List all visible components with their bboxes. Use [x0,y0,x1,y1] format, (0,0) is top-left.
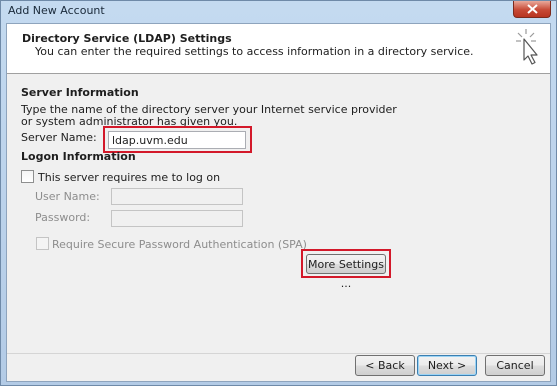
spa-checkbox[interactable] [36,237,49,250]
password-field[interactable] [111,210,243,227]
wizard-header: Directory Service (LDAP) Settings You ca… [7,24,550,74]
logon-info-heading: Logon Information [21,150,136,163]
username-field[interactable] [111,188,243,205]
wizard-cursor-icon [516,29,538,65]
dialog-client-area: Directory Service (LDAP) Settings You ca… [6,23,551,382]
page-description: You can enter the required settings to a… [35,45,474,58]
username-label: User Name: [35,190,100,203]
back-button[interactable]: < Back [355,355,415,376]
close-button[interactable] [513,1,551,18]
title-bar: Add New Account [1,1,556,21]
footer-divider [7,353,550,354]
page-title: Directory Service (LDAP) Settings [22,32,232,45]
more-settings-button[interactable]: More Settings ... [306,254,386,290]
server-name-field[interactable]: ldap.uvm.edu [108,131,246,149]
window-title: Add New Account [8,4,105,17]
password-label: Password: [35,211,91,224]
next-button[interactable]: Next > [417,355,477,376]
cancel-button[interactable]: Cancel [485,355,545,376]
requires-logon-checkbox[interactable] [21,170,34,183]
server-info-description: Type the name of the directory server yo… [21,103,397,128]
server-name-label: Server Name: [21,131,97,144]
spa-label: Require Secure Password Authentication (… [52,238,307,251]
server-info-heading: Server Information [21,86,139,99]
add-account-window: Add New Account Directory Service (LDAP)… [0,0,557,386]
requires-logon-label: This server requires me to log on [38,171,221,184]
close-icon [527,4,538,14]
